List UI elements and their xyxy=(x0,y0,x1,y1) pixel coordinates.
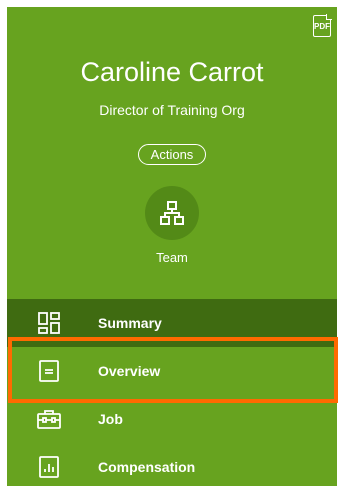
briefcase-icon xyxy=(36,406,62,432)
actions-button[interactable]: Actions xyxy=(137,144,207,165)
bar-chart-icon xyxy=(36,454,62,480)
nav-item-label: Job xyxy=(98,411,123,427)
pdf-icon-label: PDF xyxy=(314,21,330,31)
worker-name: Caroline Carrot xyxy=(80,57,264,87)
org-chart-icon xyxy=(160,201,184,225)
nav-item-job[interactable]: Job xyxy=(7,395,337,443)
nav-item-label: Compensation xyxy=(98,459,196,475)
team-shortcut[interactable]: Team xyxy=(7,186,337,265)
actions-container: Actions xyxy=(7,144,337,165)
document-icon xyxy=(36,358,62,384)
team-icon-circle[interactable] xyxy=(145,186,199,240)
dashboard-icon xyxy=(36,310,62,336)
worker-job-title: Director of Training Org xyxy=(99,102,245,118)
profile-nav: Summary Overview Job Compensation xyxy=(7,299,337,486)
nav-item-label: Summary xyxy=(98,315,162,331)
worker-profile-panel: PDF Caroline Carrot Director of Training… xyxy=(7,7,337,486)
pdf-export-button[interactable]: PDF xyxy=(313,14,332,37)
team-label: Team xyxy=(156,250,188,265)
nav-item-overview[interactable]: Overview xyxy=(7,347,337,395)
nav-item-compensation[interactable]: Compensation xyxy=(7,443,337,486)
nav-item-summary[interactable]: Summary xyxy=(7,299,337,347)
nav-item-label: Overview xyxy=(98,363,161,379)
